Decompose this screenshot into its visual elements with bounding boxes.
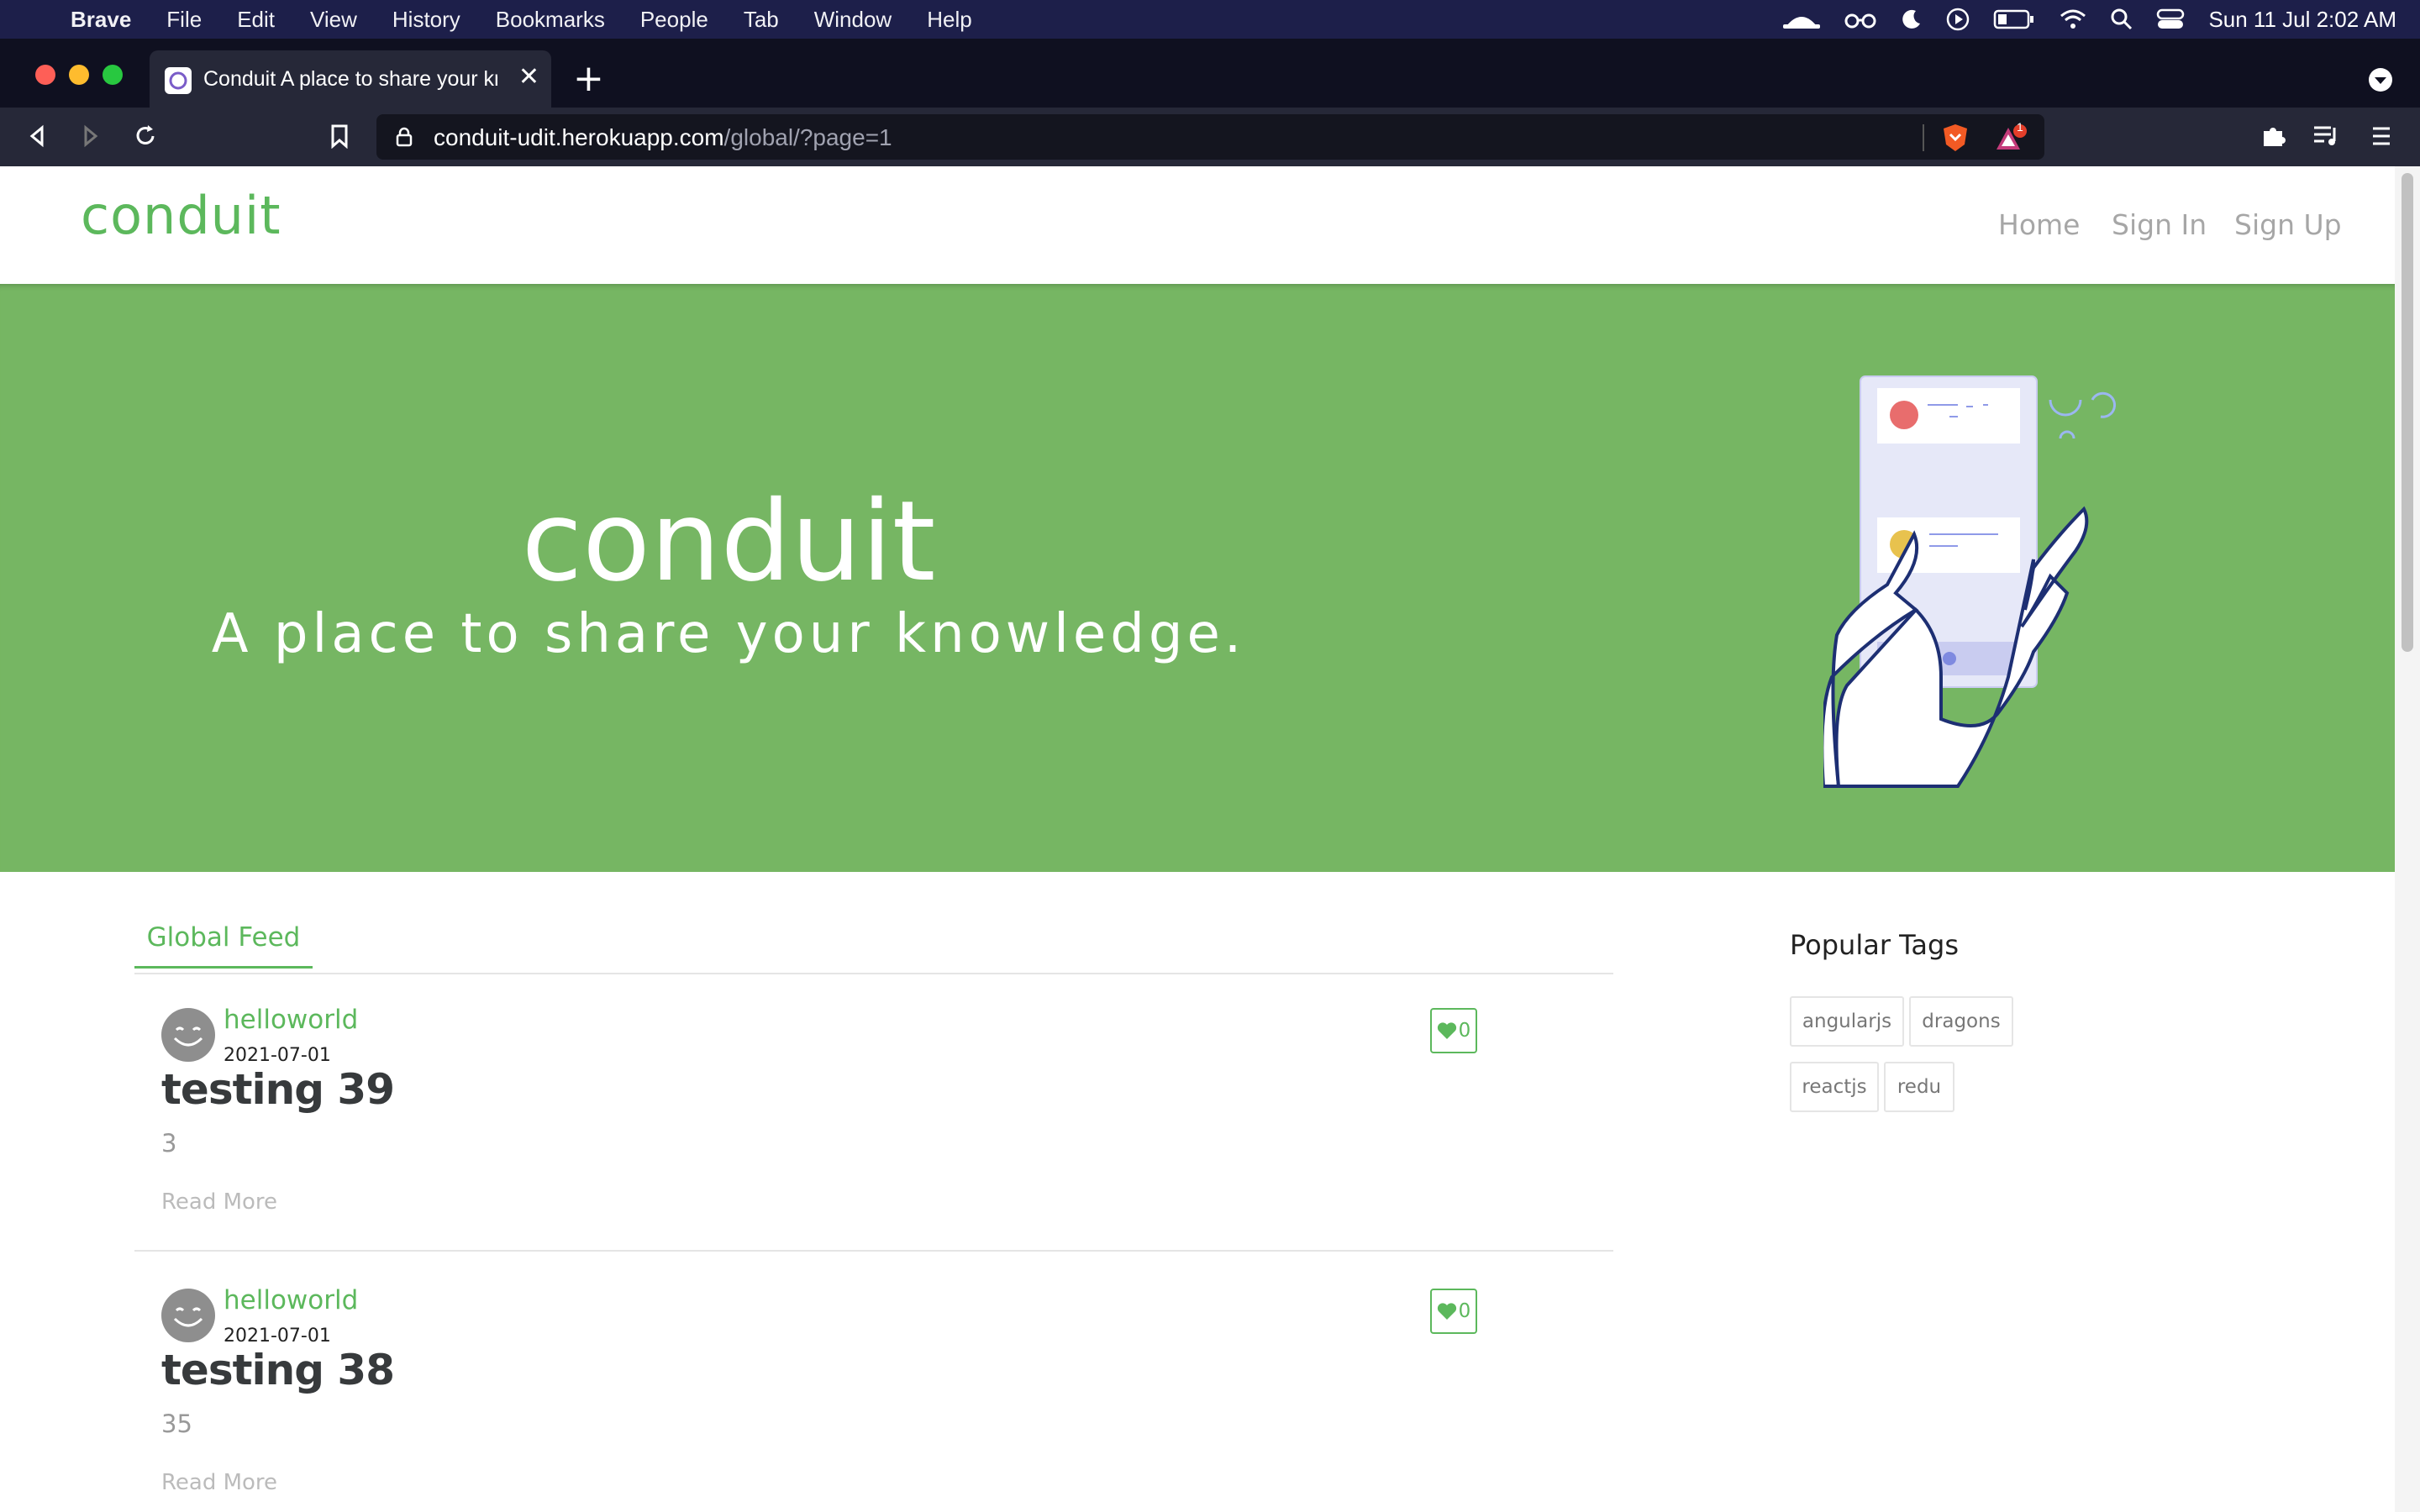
tab-list-icon[interactable] [2368, 67, 2393, 92]
banner-subtitle: A place to share your knowledge. [211, 603, 1246, 665]
favorite-button[interactable]: 0 [1430, 1289, 1477, 1334]
nav-home[interactable]: Home [1998, 208, 2080, 241]
menu-history[interactable]: History [392, 7, 460, 33]
article-title[interactable]: testing 39 [161, 1065, 395, 1114]
menu-help[interactable]: Help [927, 7, 971, 33]
banner-title: conduit [521, 477, 936, 606]
lock-icon [396, 127, 413, 147]
incognito-icon[interactable] [1783, 8, 1821, 31]
back-icon[interactable] [25, 124, 49, 148]
url-host: conduit-udit.herokuapp.com [434, 124, 724, 150]
play-icon[interactable] [1946, 8, 1970, 31]
article-divider [134, 1250, 1613, 1252]
nav-sign-up[interactable]: Sign Up [2234, 208, 2342, 241]
rewards-badge: 1 [2017, 120, 2023, 134]
window-zoom-button[interactable] [103, 65, 123, 85]
article-title[interactable]: testing 38 [161, 1346, 395, 1394]
url-text: conduit-udit.herokuapp.com/global/?page=… [434, 124, 892, 151]
nav-sign-in[interactable]: Sign In [2112, 208, 2207, 241]
smiley-avatar-icon [173, 1026, 203, 1047]
web-page: conduit Home Sign In Sign Up conduit A p… [0, 166, 2395, 1512]
read-more-link[interactable]: Read More [161, 1189, 277, 1215]
reload-icon[interactable] [133, 123, 158, 149]
window-close-button[interactable] [35, 65, 55, 85]
menu-edit[interactable]: Edit [237, 7, 275, 33]
moon-icon[interactable] [1901, 8, 1923, 30]
media-playlist-icon[interactable] [2312, 124, 2343, 148]
favorite-count: 0 [1458, 1300, 1471, 1322]
reader-glasses-icon[interactable] [1844, 9, 1877, 29]
phone-hand-illustration [1823, 375, 2117, 788]
menu-brave[interactable]: Brave [71, 7, 131, 33]
article-description[interactable]: 35 [161, 1410, 192, 1438]
extensions-puzzle-icon[interactable] [2260, 123, 2287, 150]
site-brand[interactable]: conduit [81, 185, 281, 246]
address-bar[interactable]: conduit-udit.herokuapp.com/global/?page=… [376, 114, 2044, 160]
heart-icon [1437, 1022, 1456, 1039]
tag-pill[interactable]: reactjs [1790, 1062, 1879, 1112]
hamburger-menu-icon[interactable] [2370, 124, 2393, 148]
article-date: 2021-07-01 [224, 1326, 331, 1347]
heart-icon [1437, 1303, 1456, 1320]
wifi-icon[interactable] [2059, 8, 2087, 30]
new-tab-button[interactable]: + [573, 57, 604, 100]
bookmark-icon[interactable] [329, 123, 350, 149]
window-minimize-button[interactable] [69, 65, 89, 85]
menu-window[interactable]: Window [814, 7, 892, 33]
author-link[interactable]: helloworld [224, 1005, 358, 1035]
article-description[interactable]: 3 [161, 1129, 176, 1158]
avatar[interactable] [161, 1008, 215, 1062]
menu-file[interactable]: File [166, 7, 202, 33]
forward-icon[interactable] [79, 124, 103, 148]
scrollbar-thumb[interactable] [2402, 173, 2413, 652]
brave-shields-icon[interactable] [1941, 123, 1970, 153]
menu-people[interactable]: People [640, 7, 708, 33]
tag-pill[interactable]: dragons [1909, 996, 2013, 1047]
tab-global-feed[interactable]: Global Feed [134, 922, 313, 969]
search-icon[interactable] [2111, 8, 2133, 30]
feed-tab-divider [134, 973, 1613, 974]
tag-pill[interactable]: redu [1884, 1062, 1954, 1112]
control-center-icon[interactable] [2156, 8, 2185, 30]
popular-tags-title: Popular Tags [1790, 929, 1959, 961]
tag-pill[interactable]: angularjs [1790, 996, 1904, 1047]
favorite-button[interactable]: 0 [1430, 1008, 1477, 1053]
favorite-count: 0 [1458, 1020, 1471, 1042]
tab-title: Conduit A place to share your knowledge [203, 67, 497, 91]
menubar-clock[interactable]: Sun 11 Jul 2:02 AM [2208, 7, 2396, 33]
url-divider [1923, 124, 1924, 151]
article-date: 2021-07-01 [224, 1045, 331, 1066]
avatar[interactable] [161, 1289, 215, 1342]
conduit-favicon-icon [165, 67, 192, 94]
menu-bookmarks[interactable]: Bookmarks [496, 7, 605, 33]
hero-banner: conduit A place to share your knowledge. [0, 284, 2395, 872]
read-more-link[interactable]: Read More [161, 1470, 277, 1495]
active-tab[interactable]: Conduit A place to share your knowledge … [150, 50, 551, 108]
tab-close-icon[interactable]: ✕ [518, 62, 539, 92]
menu-view[interactable]: View [310, 7, 357, 33]
brave-rewards-icon[interactable] [1995, 124, 2028, 153]
smiley-avatar-icon [173, 1307, 203, 1327]
url-path: /global/?page=1 [723, 124, 892, 150]
author-link[interactable]: helloworld [224, 1285, 358, 1315]
battery-icon[interactable] [1993, 9, 2035, 29]
menu-tab[interactable]: Tab [744, 7, 779, 33]
site-navbar: conduit Home Sign In Sign Up [0, 166, 2395, 284]
mac-menu-bar: Brave File Edit View History Bookmarks P… [0, 0, 2420, 39]
